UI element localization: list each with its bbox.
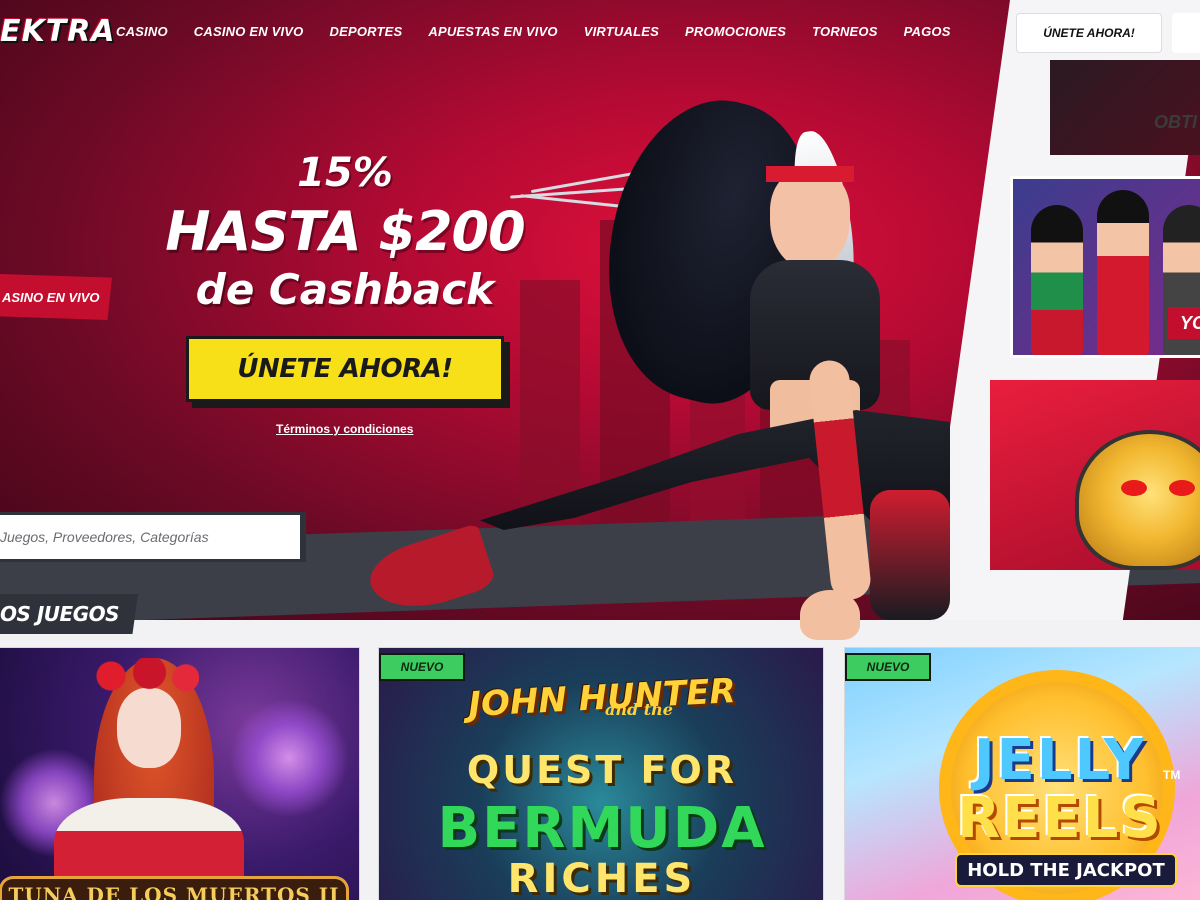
section-title: OS JUEGOS <box>0 594 138 634</box>
new-badge: NUEVO <box>845 653 931 681</box>
nav-item-promociones[interactable]: PROMOCIONES <box>685 24 786 39</box>
nav-item-apuestas-en-vivo[interactable]: APUESTAS EN VIVO <box>428 24 557 39</box>
game-card-catrina[interactable]: TUNA DE LOS MUERTOS II <box>0 647 360 900</box>
character-face <box>117 688 181 768</box>
nav-item-casino-en-vivo[interactable]: CASINO EN VIVO <box>194 24 304 39</box>
heroine-illustration <box>362 80 1010 650</box>
promo-thumbnail-1[interactable]: OBTI <box>1050 60 1200 155</box>
character-figure <box>1097 190 1149 355</box>
game-title-line: and the <box>605 700 673 719</box>
game-grid: TUNA DE LOS MUERTOS II NUEVO JOHN HUNTER… <box>0 647 1200 900</box>
dragon-eye <box>1169 480 1195 496</box>
game-card-jelly-reels[interactable]: NUEVO JELLY REELS TM HOLD THE JACKPOT <box>844 647 1200 900</box>
side-tag-casino-en-vivo[interactable]: ASINO EN VIVO <box>0 274 112 320</box>
top-header: EKTRA CASINO CASINO EN VIVO DEPORTES APU… <box>0 0 1200 66</box>
search-input[interactable] <box>0 515 300 559</box>
nav-item-pagos[interactable]: PAGOS <box>904 24 951 39</box>
main-nav: CASINO CASINO EN VIVO DEPORTES APUESTAS … <box>116 24 977 39</box>
game-title-line: REELS <box>957 786 1163 851</box>
game-subtitle: HOLD THE JACKPOT <box>955 853 1177 887</box>
promo-thumbnail-2-text: YO <box>1168 307 1200 339</box>
boot <box>362 523 498 622</box>
dragon-eye <box>1121 480 1147 496</box>
nav-item-casino[interactable]: CASINO <box>116 24 168 39</box>
game-title-line: BERMUDA <box>437 796 767 861</box>
promo-thumbnail-2[interactable]: YO <box>1010 176 1200 358</box>
promo-thumbnail-1-text: OBTI <box>1154 112 1197 132</box>
game-title-line: QUEST FOR <box>466 748 738 792</box>
nav-item-deportes[interactable]: DEPORTES <box>329 24 402 39</box>
firework-icon <box>229 698 349 818</box>
rose-crown-icon <box>89 658 199 694</box>
trademark-mark: TM <box>1163 768 1181 782</box>
header-join-button[interactable]: ÚNETE AHORA! <box>1016 13 1162 53</box>
site-logo[interactable]: EKTRA <box>0 14 116 49</box>
game-title-line: JELLY <box>973 728 1147 793</box>
game-card-john-hunter[interactable]: NUEVO JOHN HUNTER and the QUEST FOR BERM… <box>378 647 824 900</box>
knee-boot <box>870 490 950 620</box>
new-badge: NUEVO <box>379 653 465 681</box>
search-bar <box>0 512 306 562</box>
face <box>770 170 850 270</box>
game-title-line: RICHES <box>507 856 697 900</box>
hand <box>800 590 860 640</box>
nav-item-virtuales[interactable]: VIRTUALES <box>584 24 659 39</box>
nav-item-torneos[interactable]: TORNEOS <box>812 24 877 39</box>
headband <box>766 166 854 182</box>
game-card-title: TUNA DE LOS MUERTOS II <box>0 876 349 900</box>
header-login-button[interactable] <box>1172 13 1200 53</box>
character-figure <box>1031 205 1083 355</box>
